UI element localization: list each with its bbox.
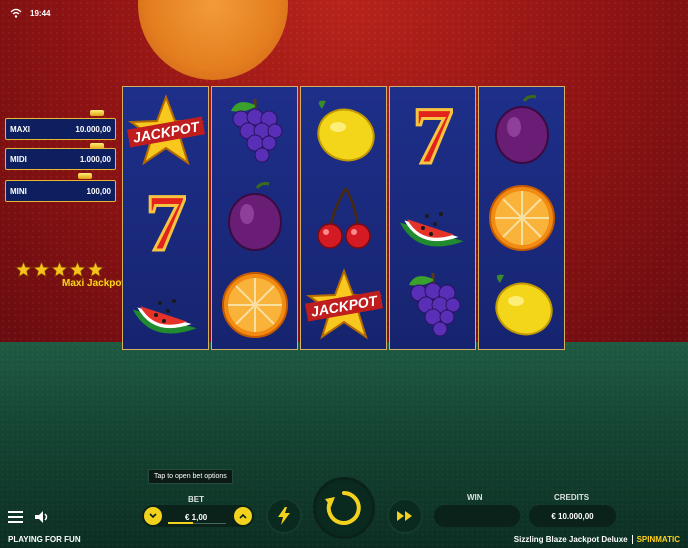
jackpot-name: MINI bbox=[10, 186, 27, 196]
brand-logo: SPINMATIC bbox=[631, 535, 680, 544]
wifi-icon bbox=[10, 8, 22, 18]
spin-arrow-icon bbox=[325, 491, 361, 525]
jackpot-value: 100,00 bbox=[86, 186, 111, 196]
plum-icon bbox=[494, 95, 549, 164]
jackpot-symbol: JACKPOT bbox=[301, 262, 386, 348]
svg-text:7: 7 bbox=[145, 178, 186, 258]
watermelon-symbol bbox=[123, 262, 208, 348]
orange-icon bbox=[488, 185, 555, 251]
turbo-button[interactable] bbox=[266, 498, 302, 534]
jackpot-midi: MIDI 1.000,00 bbox=[5, 148, 116, 170]
star-icon bbox=[15, 261, 32, 278]
star-icon bbox=[87, 261, 104, 278]
jackpot-icon: JACKPOT bbox=[126, 94, 205, 166]
credits-label: CREDITS bbox=[554, 493, 590, 502]
chevron-up-icon bbox=[239, 513, 247, 519]
star-icon bbox=[33, 261, 50, 278]
game-title: Sizzling Blaze Jackpot Deluxe bbox=[513, 535, 628, 544]
clock: 19:44 bbox=[30, 8, 51, 18]
bet-increase-button[interactable] bbox=[234, 507, 252, 525]
fast-forward-icon bbox=[397, 511, 412, 521]
star-icon bbox=[51, 261, 68, 278]
jackpot-icon: JACKPOT bbox=[304, 268, 383, 340]
bet-value: € 1,00 bbox=[185, 513, 208, 522]
star-icon bbox=[69, 261, 86, 278]
plum-symbol bbox=[479, 88, 564, 174]
bet-decrease-button[interactable] bbox=[144, 507, 162, 525]
credits-value: € 10.000,00 bbox=[551, 511, 594, 521]
lightning-icon bbox=[278, 507, 290, 525]
jackpot-name: MAXI bbox=[10, 124, 30, 134]
credits-display: € 10.000,00 bbox=[529, 505, 616, 527]
grapes-icon bbox=[408, 273, 460, 337]
grapes-symbol bbox=[390, 262, 475, 348]
seven-symbol: 7 bbox=[390, 88, 475, 174]
stars-jackpot-label: Maxi Jackpot bbox=[62, 278, 125, 289]
win-display bbox=[434, 505, 520, 527]
watermelon-icon bbox=[399, 212, 464, 247]
bet-tooltip: Tap to open bet options bbox=[148, 469, 233, 484]
seven-icon: 7 bbox=[144, 178, 188, 258]
bet-level-fill bbox=[168, 522, 193, 524]
watermelon-symbol bbox=[390, 175, 475, 261]
reel-1: JACKPOT 7 bbox=[122, 86, 209, 350]
jackpot-name: MIDI bbox=[10, 154, 27, 164]
plum-icon bbox=[227, 182, 282, 251]
spin-button[interactable] bbox=[313, 477, 375, 539]
cherries-icon bbox=[316, 187, 371, 249]
orange-symbol bbox=[479, 175, 564, 261]
reel-2 bbox=[211, 86, 298, 350]
menu-icon[interactable] bbox=[8, 510, 23, 524]
reel-4: 7 bbox=[389, 86, 476, 350]
lemon-symbol bbox=[301, 88, 386, 174]
jackpot-stars bbox=[15, 261, 104, 278]
play-mode: PLAYING FOR FUN bbox=[8, 535, 81, 544]
status-bar: 19:44 bbox=[10, 8, 50, 18]
seven-symbol: 7 bbox=[123, 175, 208, 261]
jackpot-symbol: JACKPOT bbox=[123, 88, 208, 174]
chevron-down-icon bbox=[149, 513, 157, 519]
bet-label: BET bbox=[188, 495, 204, 504]
lemon-icon bbox=[494, 274, 553, 336]
seven-icon: 7 bbox=[411, 91, 455, 171]
autoplay-button[interactable] bbox=[387, 498, 423, 534]
coin-icon bbox=[90, 110, 104, 116]
footer-title: Sizzling Blaze Jackpot Deluxe SPINMATIC bbox=[514, 535, 680, 544]
win-label: WIN bbox=[467, 493, 483, 502]
reel-3: JACKPOT bbox=[300, 86, 387, 350]
grapes-symbol bbox=[212, 88, 297, 174]
sound-icon[interactable] bbox=[33, 509, 49, 525]
coin-icon bbox=[78, 173, 92, 179]
lemon-symbol bbox=[479, 262, 564, 348]
grapes-icon bbox=[230, 99, 282, 163]
orange-icon bbox=[221, 272, 288, 338]
watermelon-icon bbox=[132, 299, 197, 334]
plum-symbol bbox=[212, 175, 297, 261]
svg-text:7: 7 bbox=[412, 91, 453, 171]
jackpot-value: 10.000,00 bbox=[75, 124, 111, 134]
lemon-icon bbox=[316, 100, 375, 162]
jackpot-mini: MINI 100,00 bbox=[5, 180, 116, 202]
jackpot-value: 1.000,00 bbox=[79, 154, 111, 164]
jackpot-maxi: MAXI 10.000,00 bbox=[5, 118, 116, 140]
reel-5 bbox=[478, 86, 565, 350]
cherries-symbol bbox=[301, 175, 386, 261]
orange-symbol bbox=[212, 262, 297, 348]
